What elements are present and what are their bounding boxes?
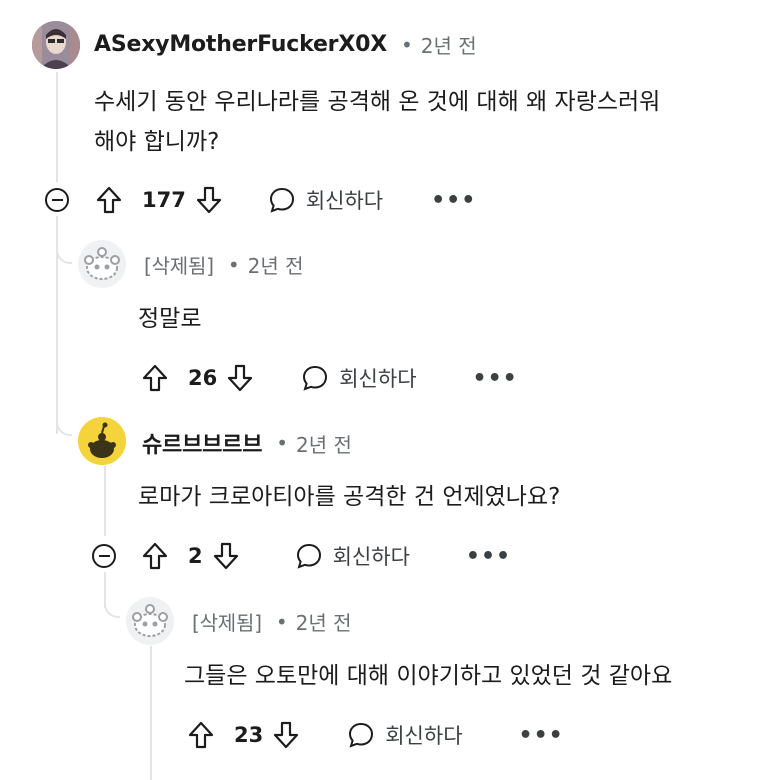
upvote-icon[interactable]: [188, 721, 214, 749]
thread-line: [104, 466, 106, 536]
comment-body: 수세기 동안 우리나라를 공격해 온 것에 대해 왜 자랑스러워 해야 합니까?: [94, 82, 660, 162]
downvote-icon[interactable]: [213, 542, 239, 570]
upvote-icon[interactable]: [142, 542, 168, 570]
more-options-button[interactable]: •••: [519, 723, 564, 748]
comment-header: 슈르브브르브 • 2년 전: [142, 427, 352, 459]
timestamp[interactable]: 2년 전: [421, 30, 477, 59]
collapse-thread-button[interactable]: [92, 544, 116, 568]
timestamp[interactable]: 2년 전: [248, 250, 304, 279]
comment-text-line: 수세기 동안 우리나라를 공격해 온 것에 대해 왜 자랑스러워: [94, 89, 661, 115]
avatar[interactable]: [78, 240, 126, 288]
snoo-avatar-icon: [78, 417, 126, 465]
collapse-thread-button[interactable]: [45, 188, 69, 212]
avatar[interactable]: [32, 21, 80, 69]
vote-count: 2: [188, 544, 203, 568]
downvote-icon[interactable]: [196, 186, 222, 214]
separator-dot: •: [276, 431, 289, 455]
chat-bubble-icon: [349, 722, 374, 748]
author-name[interactable]: 슈르브브르브: [142, 427, 262, 459]
downvote-icon[interactable]: [227, 364, 253, 392]
avatar[interactable]: [126, 597, 174, 645]
upvote-icon[interactable]: [96, 186, 122, 214]
timestamp[interactable]: 2년 전: [296, 429, 352, 458]
avatar[interactable]: [78, 417, 126, 465]
chat-bubble-icon: [269, 187, 294, 213]
comment-actions: 23 회신하다 •••: [188, 717, 564, 753]
chat-bubble-icon: [303, 365, 328, 391]
comment-header: [삭제됨] • 2년 전: [144, 250, 304, 279]
reply-button[interactable]: 회신하다: [295, 541, 410, 571]
thread-branch: [56, 246, 72, 264]
comment-body: 그들은 오토만에 대해 이야기하고 있었던 것 같아요: [184, 656, 672, 696]
upvote-icon[interactable]: [142, 364, 168, 392]
more-options-button[interactable]: •••: [473, 366, 518, 391]
reply-button[interactable]: 회신하다: [301, 363, 417, 393]
chat-bubble-icon: [296, 543, 321, 569]
downvote-icon[interactable]: [273, 721, 299, 749]
reply-label: 회신하다: [332, 545, 410, 569]
comment-text-line: 그들은 오토만에 대해 이야기하고 있었던 것 같아요: [184, 663, 673, 689]
thread-line: [150, 646, 152, 780]
comment-header: [삭제됨] • 2년 전: [192, 607, 352, 636]
separator-dot: •: [275, 609, 288, 634]
author-name[interactable]: ASexyMotherFuckerX0X: [94, 32, 387, 57]
reply-label: 회신하다: [339, 367, 417, 391]
timestamp[interactable]: 2년 전: [296, 607, 352, 636]
comment-actions: 177 회신하다 •••: [96, 182, 476, 218]
reply-button[interactable]: 회신하다: [347, 720, 463, 750]
reply-button[interactable]: 회신하다: [268, 185, 383, 215]
more-options-button[interactable]: •••: [431, 188, 476, 213]
author-name: [삭제됨]: [144, 254, 214, 278]
thread-branch: [104, 600, 120, 618]
deleted-user-icon: [126, 597, 174, 645]
vote-count: 177: [142, 188, 186, 212]
comment-header: ASexyMotherFuckerX0X • 2년 전: [94, 30, 477, 59]
comment-body: 정말로: [138, 299, 201, 339]
thread-branch: [56, 418, 72, 436]
more-options-button[interactable]: •••: [466, 544, 511, 569]
comment-body: 로마가 크로아티아를 공격한 건 언제였나요?: [138, 477, 560, 517]
comment-text-line: 해야 합니까?: [94, 129, 220, 155]
comment-actions: 26 회신하다 •••: [142, 360, 518, 396]
vote-count: 26: [188, 366, 218, 390]
comment-actions: 2 회신하다 •••: [142, 538, 511, 574]
reply-label: 회신하다: [385, 724, 463, 748]
thread-line: [56, 72, 58, 182]
reply-label: 회신하다: [305, 189, 384, 213]
vote-count: 23: [234, 723, 264, 747]
deleted-user-icon: [78, 240, 126, 288]
comment-text-line: 정말로: [138, 306, 202, 332]
comment-text-line: 로마가 크로아티아를 공격한 건 언제였나요?: [138, 484, 561, 510]
separator-dot: •: [227, 252, 240, 277]
separator-dot: •: [400, 32, 413, 57]
user-photo-icon: [32, 21, 80, 69]
author-name: [삭제됨]: [192, 611, 262, 635]
